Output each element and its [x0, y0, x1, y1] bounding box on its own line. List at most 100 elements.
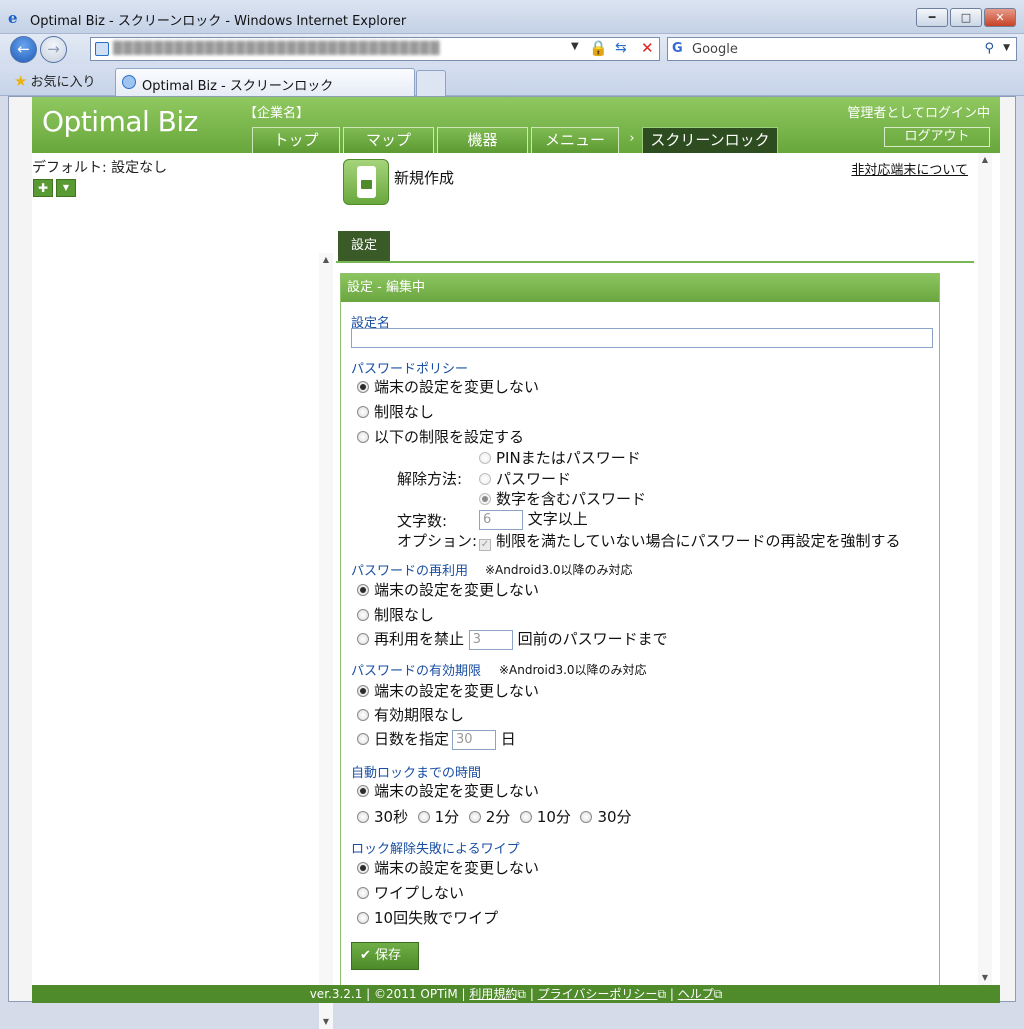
save-button[interactable]: ✔ 保存 — [351, 942, 419, 970]
tab-title: Optimal Biz - スクリーンロック — [142, 79, 334, 94]
radio[interactable] — [357, 406, 369, 418]
scroll-down-icon[interactable]: ▼ — [978, 971, 992, 985]
address-bar[interactable]: ████████████████████████████████ ▼ 🔒 ⇆ ✕ — [90, 37, 660, 61]
scroll-down-icon[interactable]: ▼ — [319, 1015, 333, 1029]
autolock-10m[interactable]: 10分 — [519, 808, 571, 826]
radio[interactable] — [357, 862, 369, 874]
checkbox[interactable]: ✓ — [479, 539, 491, 551]
setting-name-input[interactable] — [351, 328, 933, 348]
wipe-label: ロック解除失敗によるワイプ — [351, 842, 520, 857]
tab-settings[interactable]: 設定 — [338, 231, 390, 261]
reuse-option-none[interactable]: 制限なし — [357, 604, 434, 625]
search-dropdown-icon[interactable]: ▼ — [1003, 43, 1010, 53]
nav-tab-menu[interactable]: メニュー — [531, 127, 619, 153]
tab-page-icon — [122, 75, 136, 89]
browser-tab[interactable]: Optimal Biz - スクリーンロック — [115, 68, 415, 96]
radio[interactable] — [357, 584, 369, 596]
back-button[interactable]: ← — [10, 36, 37, 63]
scroll-up-icon[interactable]: ▲ — [319, 253, 333, 267]
option-label: 端末の設定を変更しない — [374, 682, 540, 700]
radio[interactable] — [357, 887, 369, 899]
reuse-option-nochange[interactable]: 端末の設定を変更しない — [357, 579, 539, 600]
radio[interactable] — [357, 811, 369, 823]
radio[interactable] — [417, 811, 430, 823]
lock-icon[interactable]: 🔒 — [589, 39, 608, 57]
expiry-option-days[interactable]: 日数を指定 30 日 — [357, 728, 516, 750]
nav-tab-screenlock[interactable]: スクリーンロック — [642, 127, 778, 153]
autolock-1m[interactable]: 1分 — [417, 808, 459, 826]
logout-button[interactable]: ログアウト — [884, 127, 990, 147]
phone-lock-icon — [343, 159, 389, 205]
radio[interactable] — [357, 685, 369, 697]
nav-tab-map[interactable]: マップ — [343, 127, 434, 153]
expiry-option-nochange[interactable]: 端末の設定を変更しない — [357, 680, 539, 701]
autolock-option-nochange[interactable]: 端末の設定を変更しない — [357, 780, 539, 801]
new-tab-button[interactable] — [416, 70, 446, 96]
check-icon: ✔ — [360, 948, 371, 963]
radio[interactable] — [479, 452, 491, 464]
option-label: ワイプしない — [374, 884, 465, 902]
radio[interactable] — [479, 473, 491, 485]
radio[interactable] — [357, 785, 369, 797]
radio[interactable] — [357, 733, 369, 745]
settings-panel: 設定 - 編集中 設定名 パスワードポリシー 端末の設定を変更しない 制限なし … — [340, 273, 940, 985]
wipe-option-10fail[interactable]: 10回失敗でワイプ — [357, 907, 498, 928]
minimize-button[interactable]: ━ — [916, 8, 948, 27]
stop-icon[interactable]: ✕ — [641, 39, 654, 57]
radio[interactable] — [580, 811, 593, 823]
radio[interactable] — [357, 633, 369, 645]
nav-tab-top[interactable]: トップ — [252, 127, 340, 153]
autolock-30m[interactable]: 30分 — [580, 808, 632, 826]
android-note: ※Android3.0以降のみ対応 — [485, 563, 633, 577]
radio[interactable] — [519, 811, 532, 823]
add-button[interactable]: ✚ — [33, 179, 53, 197]
help-link[interactable]: ヘルプ — [678, 987, 714, 1001]
forward-button[interactable]: → — [40, 36, 67, 63]
checkbox-label: 制限を満たしていない場合にパスワードの再設定を強制する — [496, 532, 901, 550]
scroll-up-icon[interactable]: ▲ — [978, 153, 992, 167]
menu-dropdown-button[interactable]: ▼ — [56, 179, 76, 197]
wipe-option-nochange[interactable]: 端末の設定を変更しない — [357, 857, 539, 878]
char-count-input[interactable]: 6 — [479, 509, 523, 530]
unlock-option-alphanumeric[interactable]: 数字を含むパスワード — [479, 488, 646, 509]
expiry-days-input[interactable]: 30 — [452, 729, 497, 750]
radio[interactable] — [357, 912, 369, 924]
radio[interactable] — [357, 609, 369, 621]
radio[interactable] — [479, 493, 491, 505]
unlock-option-pin[interactable]: PINまたはパスワード — [479, 447, 641, 468]
policy-option-nochange[interactable]: 端末の設定を変更しない — [357, 376, 539, 397]
radio[interactable] — [357, 381, 369, 393]
force-reset-checkbox[interactable]: ✓ 制限を満たしていない場合にパスワードの再設定を強制する — [479, 530, 901, 551]
option-label: 制限なし — [374, 403, 435, 421]
password-policy-label: パスワードポリシー — [351, 362, 469, 377]
radio[interactable] — [468, 811, 481, 823]
radio[interactable] — [357, 431, 369, 443]
refresh-icon[interactable]: ⇆ — [615, 40, 627, 56]
app-logo[interactable]: Optimal Biz — [42, 105, 198, 138]
privacy-link[interactable]: プライバシーポリシー — [538, 987, 658, 1001]
nav-tab-devices[interactable]: 機器 — [437, 127, 528, 153]
reuse-count-input[interactable]: 3 — [468, 629, 513, 650]
autolock-30s[interactable]: 30秒 — [357, 808, 408, 826]
favorites-button[interactable]: ★ お気に入り — [14, 71, 95, 90]
reuse-option-forbid[interactable]: 再利用を禁止 3 回前のパスワードまで — [357, 628, 668, 650]
autolock-2m[interactable]: 2分 — [468, 808, 510, 826]
dropdown-arrow-icon[interactable]: ▼ — [571, 41, 579, 52]
unlock-option-password[interactable]: パスワード — [479, 468, 571, 489]
policy-option-none[interactable]: 制限なし — [357, 401, 434, 422]
wipe-option-none[interactable]: ワイプしない — [357, 882, 464, 903]
browser-viewport: Optimal Biz 【企業名】 管理者としてログイン中 トップ マップ 機器… — [8, 96, 1016, 1029]
magnifier-icon[interactable]: ⚲ — [984, 41, 994, 56]
reuse-count-suffix: 回前のパスワードまで — [517, 630, 668, 648]
maximize-button[interactable]: □ — [950, 8, 982, 27]
terms-link[interactable]: 利用規約 — [469, 987, 517, 1001]
search-box[interactable]: G Google ⚲ ▼ — [667, 37, 1017, 61]
radio[interactable] — [357, 709, 369, 721]
close-button[interactable]: ✕ — [984, 8, 1016, 27]
content-scrollbar[interactable]: ▲ ▼ — [978, 153, 992, 985]
policy-option-custom[interactable]: 以下の制限を設定する — [357, 426, 524, 447]
separator: | — [666, 987, 678, 1001]
expiry-option-none[interactable]: 有効期限なし — [357, 704, 464, 725]
sidebar-scrollbar[interactable]: ▲ ▼ — [319, 253, 333, 1029]
unsupported-devices-link[interactable]: 非対応端末について — [851, 159, 968, 178]
